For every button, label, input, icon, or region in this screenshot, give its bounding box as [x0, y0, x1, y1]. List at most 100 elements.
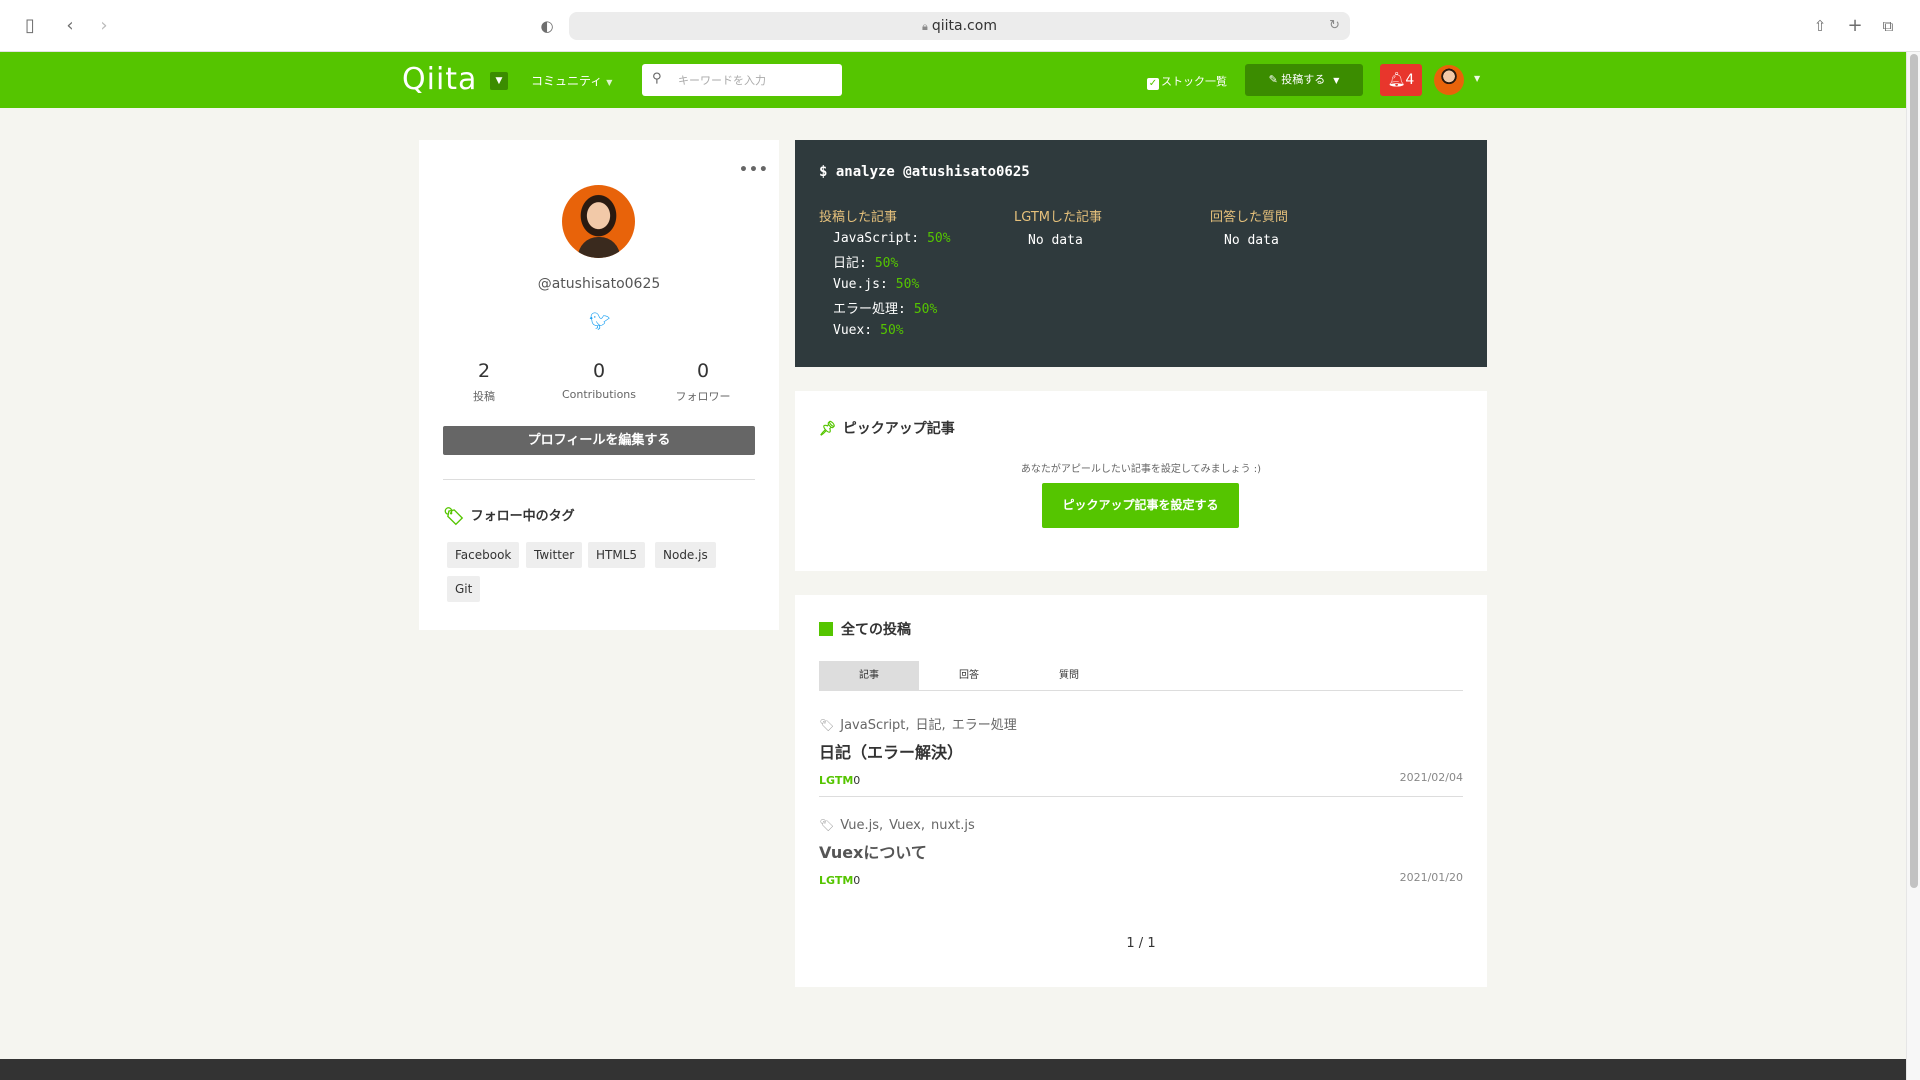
tab-answers[interactable]: 回答 — [919, 661, 1019, 691]
pagination: 1 / 1 — [1126, 936, 1156, 951]
post-tag[interactable]: Vue.js, — [840, 818, 883, 833]
qiita-logo[interactable]: Qiita — [402, 62, 477, 97]
post-tag[interactable]: エラー処理 — [952, 718, 1017, 733]
post-title[interactable]: Vuexについて — [819, 839, 1463, 863]
community-menu[interactable]: コミュニティ ▼ — [531, 72, 612, 89]
tag-chip[interactable]: HTML5 — [588, 542, 646, 568]
analyze-panel: $ analyze @atushisato0625 投稿した記事 JavaScr… — [795, 140, 1487, 367]
tag-chip[interactable]: Git — [447, 576, 481, 602]
tab-questions[interactable]: 質問 — [1019, 661, 1119, 691]
post-meta: LGTM0 2021/02/04 — [819, 769, 1463, 787]
lgtm-label: LGTM — [819, 874, 854, 887]
user-avatar[interactable] — [1434, 65, 1464, 95]
notification-count: 4 — [1405, 72, 1415, 88]
analyze-command: $ analyze @atushisato0625 — [819, 164, 1030, 180]
site-footer — [0, 1059, 1906, 1080]
following-tags-label: フォロー中のタグ — [470, 509, 575, 524]
tab-articles[interactable]: 記事 — [819, 661, 919, 691]
vertical-scrollbar[interactable] — [1906, 52, 1920, 1080]
stat-value: 2 — [477, 360, 491, 382]
search-input[interactable] — [678, 70, 833, 90]
posts-heading-label: 全ての投稿 — [841, 622, 911, 638]
pickup-heading: 📌︎ ピックアップ記事 — [819, 418, 955, 438]
analyze-row-pct: 50% — [874, 256, 899, 271]
community-label: コミュニティ — [531, 74, 603, 88]
post-tag[interactable]: nuxt.js — [931, 818, 975, 833]
logo-dropdown-icon[interactable]: ▼ — [490, 72, 508, 90]
stat-label: Contributions — [561, 388, 637, 401]
analyze-column-heading: 回答した質問 — [1210, 210, 1289, 225]
chevron-down-icon[interactable]: ▼ — [1474, 74, 1480, 83]
more-options-icon[interactable]: ••• — [739, 162, 769, 178]
pickup-description: あなたがアピールしたい記事を設定してみましょう :) — [1020, 464, 1262, 475]
analyze-row-pct: 50% — [895, 277, 920, 292]
analyze-nodata: No data — [1224, 233, 1279, 248]
tag-chip[interactable]: Node.js — [655, 542, 716, 568]
lgtm-count: 0 — [853, 874, 861, 887]
pickup-panel: 📌︎ ピックアップ記事 あなたがアピールしたい記事を設定してみましょう :) ピッ… — [795, 391, 1487, 571]
stat-followers[interactable]: 0 フォロワー — [648, 360, 758, 404]
edit-icon: ✎ — [1268, 73, 1282, 86]
profile-card: ••• @atushisato0625 🐦︎ 2 投稿 0 Contributi… — [419, 140, 779, 630]
search-icon: ⚲ — [652, 71, 662, 86]
square-icon — [819, 622, 833, 636]
lgtm-count: 0 — [853, 774, 861, 787]
analyze-column-heading: LGTMした記事 — [1014, 210, 1103, 225]
divider — [443, 479, 755, 480]
analyze-column-heading: 投稿した記事 — [819, 210, 898, 225]
stat-label: フォロワー — [675, 390, 731, 403]
stock-list-link[interactable]: ✓ ストック一覧 — [1147, 73, 1227, 90]
tag-chip[interactable]: Twitter — [526, 542, 583, 568]
stat-contributions[interactable]: 0 Contributions — [544, 360, 654, 401]
post-label: 投稿する — [1281, 73, 1326, 86]
avatar-shirt — [578, 237, 620, 258]
twitter-icon[interactable]: 🐦︎ — [589, 312, 611, 332]
analyze-column-answered: 回答した質問 No data — [1210, 206, 1400, 248]
post-title[interactable]: 日記（エラー解決） — [819, 739, 1463, 763]
posts-heading: 全ての投稿 — [819, 619, 911, 639]
post-item: 🏷︎ JavaScript, 日記, エラー処理 日記（エラー解決） LGTM0 20… — [819, 714, 1463, 787]
analyze-row-name: JavaScript: — [833, 231, 920, 246]
edit-profile-button[interactable]: プロフィールを編集する — [443, 426, 755, 455]
chevron-down-icon: ▼ — [606, 78, 613, 87]
tag-icon: 🏷︎ — [443, 507, 465, 527]
analyze-row: JavaScript: 50% — [833, 231, 1009, 246]
search-box[interactable]: ⚲ — [642, 64, 842, 96]
profile-avatar — [562, 185, 635, 258]
tabs-icon[interactable]: ⧉ — [1876, 14, 1900, 38]
check-icon: ✓ — [1147, 78, 1159, 90]
set-pickup-button[interactable]: ピックアップ記事を設定する — [1042, 483, 1239, 528]
reload-icon[interactable]: ↻ — [1329, 12, 1340, 40]
tag-icon: 🏷︎ — [819, 818, 835, 832]
post-tag[interactable]: JavaScript, — [840, 718, 909, 733]
share-icon[interactable]: ⇧ — [1808, 14, 1832, 38]
address-bar[interactable]: 🔒︎ qiita.com ↻ — [569, 12, 1350, 40]
plus-icon[interactable]: + — [1843, 14, 1867, 38]
chevron-left-icon[interactable]: ‹ — [58, 14, 82, 38]
tag-chip[interactable]: Facebook — [447, 542, 520, 568]
notification-button[interactable]: 🔔︎4 — [1380, 64, 1422, 96]
post-button[interactable]: ✎ 投稿する ▼ — [1245, 64, 1363, 96]
post-tag[interactable]: Vuex, — [889, 818, 925, 833]
analyze-row-name: Vue.js: — [833, 277, 888, 292]
stock-label: ストック一覧 — [1161, 75, 1227, 88]
analyze-row-name: 日記: — [833, 256, 867, 271]
lgtm-label: LGTM — [819, 774, 854, 787]
bell-icon: 🔔︎ — [1387, 72, 1406, 88]
post-item: 🏷︎ Vue.js, Vuex, nuxt.js Vuexについて LGTM0 202… — [819, 818, 1463, 887]
chevron-right-icon[interactable]: › — [92, 14, 116, 38]
analyze-row: エラー処理: 50% — [833, 298, 1009, 317]
shield-icon[interactable]: ◐ — [535, 14, 559, 38]
post-tags: 🏷︎ Vue.js, Vuex, nuxt.js — [819, 818, 1463, 833]
post-tag[interactable]: 日記, — [916, 718, 946, 733]
sidebar-icon[interactable]: ▯ — [18, 14, 42, 38]
stat-value: 0 — [696, 360, 710, 382]
analyze-row: Vue.js: 50% — [833, 277, 1009, 292]
post-date: 2021/01/20 — [1399, 871, 1463, 884]
lgtm-badge: LGTM0 — [819, 774, 860, 787]
analyze-column-lgtm: LGTMした記事 No data — [1014, 206, 1204, 248]
scrollbar-thumb[interactable] — [1910, 54, 1918, 888]
site-header: Qiita ▼ コミュニティ▼ ⚲ ✓ストック一覧 ✎ 投稿する▼ 🔔︎4 ▼ — [0, 52, 1906, 108]
stat-posts[interactable]: 2 投稿 — [429, 360, 539, 404]
post-meta: LGTM0 2021/01/20 — [819, 869, 1463, 887]
